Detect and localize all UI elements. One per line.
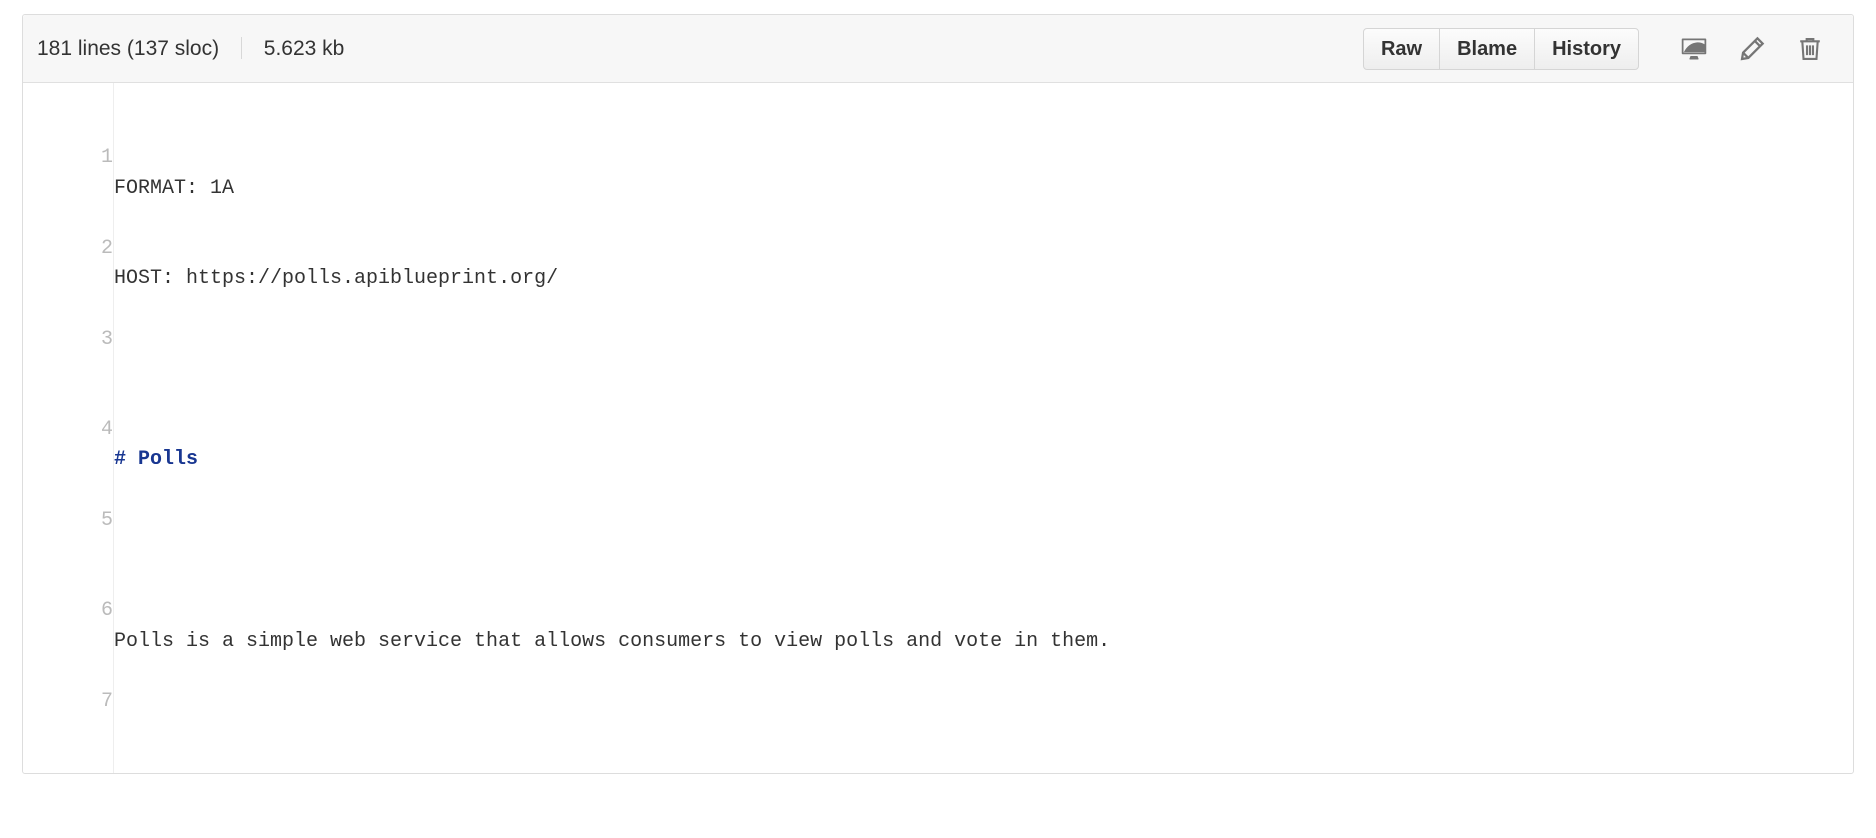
code-line: HOST: https://polls.apiblueprint.org/ xyxy=(114,264,1853,294)
code-line: FORMAT: 1A xyxy=(114,174,1853,204)
code-view-area[interactable]: 1 2 3 4 5 6 7 8 9 10 11 12 13 14 15 16 1 xyxy=(23,83,1853,773)
history-button[interactable]: History xyxy=(1534,28,1639,70)
code-line: Polls is a simple web service that allow… xyxy=(114,627,1853,657)
line-number[interactable]: 3 xyxy=(23,325,113,355)
code-table: 1 2 3 4 5 6 7 8 9 10 11 12 13 14 15 16 1 xyxy=(23,83,1853,773)
line-number[interactable]: 7 xyxy=(23,687,113,717)
code-heading-polls: # Polls xyxy=(114,448,199,472)
code-line: # Polls xyxy=(114,445,1853,475)
code-text: Polls is a simple web service that allow… xyxy=(114,629,1111,653)
file-blob-container: 181 lines (137 sloc) 5.623 kb Raw Blame … xyxy=(22,14,1854,774)
code-content: FORMAT: 1A HOST: https://polls.apibluepr… xyxy=(114,83,1854,773)
file-size-label: 5.623 kb xyxy=(263,37,345,60)
code-text: FORMAT: 1A xyxy=(114,176,235,200)
line-number-gutter: 1 2 3 4 5 6 7 8 9 10 11 12 13 14 15 16 1 xyxy=(23,83,114,773)
icon-action-group xyxy=(1665,28,1839,70)
line-count-label: 181 lines (137 sloc) xyxy=(37,37,220,60)
blame-button[interactable]: Blame xyxy=(1439,28,1536,70)
line-number[interactable]: 5 xyxy=(23,506,113,536)
trash-icon[interactable] xyxy=(1781,28,1839,70)
pencil-icon[interactable] xyxy=(1723,28,1781,70)
code-text: HOST: https://polls.apiblueprint.org/ xyxy=(114,267,559,291)
view-mode-button-group: Raw Blame History xyxy=(1362,28,1639,70)
desktop-icon[interactable] xyxy=(1665,28,1723,70)
file-header-bar: 181 lines (137 sloc) 5.623 kb Raw Blame … xyxy=(23,15,1853,83)
file-meta-info: 181 lines (137 sloc) 5.623 kb xyxy=(37,37,344,61)
raw-button[interactable]: Raw xyxy=(1362,28,1441,70)
meta-divider xyxy=(240,37,242,59)
line-number[interactable]: 1 xyxy=(23,143,113,173)
file-actions-toolbar: Raw Blame History xyxy=(1362,28,1839,70)
line-number[interactable]: 4 xyxy=(23,415,113,445)
line-number[interactable]: 2 xyxy=(23,234,113,264)
line-number[interactable]: 6 xyxy=(23,596,113,626)
